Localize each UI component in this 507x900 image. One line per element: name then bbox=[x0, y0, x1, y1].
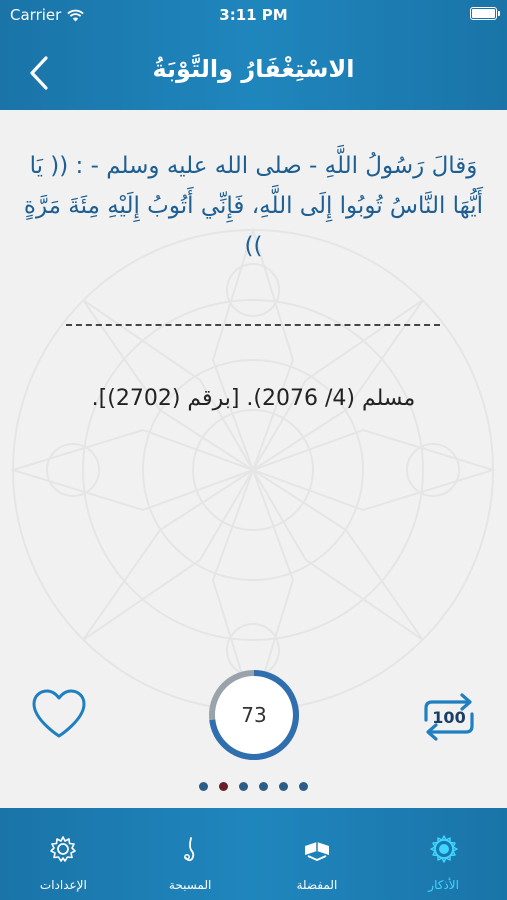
tab-bar: الإعدادات المسبحة المفضلة الأذكار bbox=[0, 808, 507, 900]
text-divider: -------------------------------- bbox=[66, 324, 440, 326]
status-bar: Carrier 3:11 PM bbox=[0, 0, 507, 30]
page-dot[interactable] bbox=[259, 782, 268, 791]
drop-icon bbox=[184, 837, 195, 862]
mandala-icon bbox=[429, 835, 458, 863]
tab-tasbih-label: المسبحة bbox=[168, 878, 212, 892]
quran-icon bbox=[304, 842, 329, 861]
battery-icon bbox=[470, 7, 500, 20]
tab-tasbih[interactable]: المسبحة bbox=[127, 808, 254, 900]
hadith-reference: مسلم (4/ 2076). [برقم (2702)]. bbox=[91, 386, 416, 411]
counter-value[interactable]: 73 bbox=[207, 668, 301, 762]
page-dot[interactable] bbox=[199, 782, 208, 791]
tab-azkar-label: الأذكار bbox=[428, 878, 459, 892]
heart-icon[interactable] bbox=[30, 687, 88, 741]
page-dot[interactable] bbox=[239, 782, 248, 791]
tab-settings[interactable]: الإعدادات bbox=[0, 808, 127, 900]
zikr-text: وَقالَ رَسُولُ اللَّهِ - صلى الله عليه و… bbox=[23, 153, 484, 259]
page-dot[interactable] bbox=[299, 782, 308, 791]
page-indicator[interactable] bbox=[199, 782, 308, 791]
status-time: 3:11 PM bbox=[219, 6, 288, 24]
header-bar: Carrier 3:11 PM الاسْتِغْفَارُ والتَّوْب… bbox=[0, 0, 507, 110]
tab-azkar[interactable]: الأذكار bbox=[380, 808, 507, 900]
tab-settings-label: الإعدادات bbox=[39, 878, 87, 892]
tab-favorites[interactable]: المفضلة bbox=[254, 808, 381, 900]
gear-icon bbox=[50, 836, 77, 862]
page-dot[interactable] bbox=[219, 782, 228, 791]
repeat-total[interactable]: 100 bbox=[418, 690, 480, 744]
zikr-content[interactable]: وَقالَ رَسُولُ اللَّهِ - صلى الله عليه و… bbox=[0, 110, 507, 808]
tab-favorites-label: المفضلة bbox=[296, 878, 338, 892]
page-title: الاسْتِغْفَارُ والتَّوْبَةُ bbox=[152, 55, 355, 83]
page-dot[interactable] bbox=[279, 782, 288, 791]
